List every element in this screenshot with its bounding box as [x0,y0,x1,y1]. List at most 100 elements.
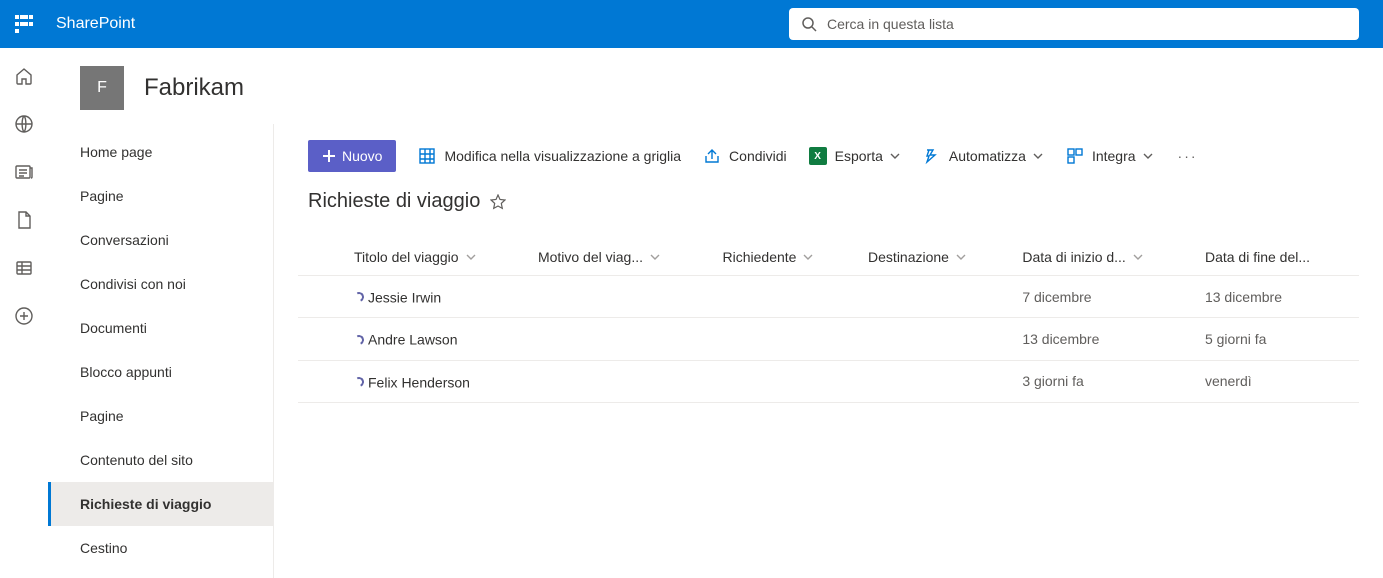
presence-icon [353,333,366,346]
favorite-star-icon[interactable] [490,194,506,210]
export-button[interactable]: X Esporta [809,147,901,165]
excel-icon: X [809,147,827,165]
new-button-label: Nuovo [342,148,382,164]
col-end-label: Data di fine del... [1205,249,1310,265]
row-select[interactable] [298,318,346,360]
brand-label[interactable]: SharePoint [56,15,135,33]
more-commands-button[interactable]: ··· [1176,144,1200,168]
chevron-down-icon [649,251,661,263]
cell-destination [860,360,1014,402]
nav-item[interactable]: Contenuto del sito [48,438,273,482]
globe-icon[interactable] [14,114,34,134]
items-table: Titolo del viaggio Motivo del viag... Ri… [298,239,1359,403]
flow-icon [923,147,941,165]
search-wrap [789,8,1359,40]
automate-label: Automatizza [949,148,1026,164]
col-requester-label: Richiedente [723,249,797,265]
nav-item[interactable]: Documenti [48,306,273,350]
cell-start-date: 13 dicembre [1014,318,1197,360]
main-content: Nuovo Modifica nella visualizzazione a g… [274,124,1383,578]
table-row[interactable]: Felix Henderson 3 giorni favenerdì [298,360,1359,402]
presence-icon [353,375,366,388]
cell-start-date: 7 dicembre [1014,276,1197,318]
list-title: Richieste di viaggio [308,190,480,213]
cell-end-date: 13 dicembre [1197,276,1359,318]
cell-requester [715,360,861,402]
cell-reason [530,276,715,318]
search-box[interactable] [789,8,1359,40]
grid-edit-label: Modifica nella visualizzazione a griglia [444,148,681,164]
select-all-header[interactable] [298,239,346,276]
col-end-date[interactable]: Data di fine del... [1197,239,1359,276]
chevron-down-icon [1142,150,1154,162]
new-button[interactable]: Nuovo [308,140,396,172]
col-destination-label: Destinazione [868,249,949,265]
cell-requester [715,276,861,318]
cell-trip-title[interactable]: Felix Henderson [346,360,530,402]
grid-icon [418,147,436,165]
file-icon[interactable] [14,210,34,230]
suite-header: SharePoint [0,0,1383,48]
table-row[interactable]: Jessie Irwin 7 dicembre13 dicembre [298,276,1359,318]
news-icon[interactable] [14,162,34,182]
row-select[interactable] [298,276,346,318]
list-title-row: Richieste di viaggio [298,182,1359,239]
col-start-date[interactable]: Data di inizio d... [1014,239,1197,276]
add-icon[interactable] [14,306,34,326]
chevron-down-icon [955,251,967,263]
col-reason[interactable]: Motivo del viag... [530,239,715,276]
cell-requester [715,318,861,360]
row-select[interactable] [298,360,346,402]
col-reason-label: Motivo del viag... [538,249,643,265]
cell-end-date: 5 giorni fa [1197,318,1359,360]
nav-item[interactable]: Blocco appunti [48,350,273,394]
site-title[interactable]: Fabrikam [144,74,244,102]
list-icon[interactable] [14,258,34,278]
table-row[interactable]: Andre Lawson 13 dicembre5 giorni fa [298,318,1359,360]
left-rail [0,48,48,578]
chevron-down-icon [802,251,814,263]
search-input[interactable] [827,16,1347,32]
home-icon[interactable] [14,66,34,86]
col-requester[interactable]: Richiedente [715,239,861,276]
chevron-down-icon [1132,251,1144,263]
nav-item[interactable]: Conversazioni [48,218,273,262]
chevron-down-icon [465,251,477,263]
nav-item[interactable]: Home page [48,130,273,174]
search-icon [801,16,817,32]
nav-item[interactable]: Cestino [48,526,273,570]
automate-button[interactable]: Automatizza [923,147,1044,165]
site-header: F Fabrikam [48,48,1383,124]
nav-item[interactable]: Richieste di viaggio [48,482,273,526]
chevron-down-icon [889,150,901,162]
site-logo[interactable]: F [80,66,124,110]
share-icon [703,147,721,165]
nav-item[interactable]: Condivisi con noi [48,262,273,306]
left-nav: Home pagePagineConversazioniCondivisi co… [48,124,274,578]
nav-item[interactable]: Pagine [48,174,273,218]
grid-edit-button[interactable]: Modifica nella visualizzazione a griglia [418,147,681,165]
share-label: Condividi [729,148,787,164]
export-label: Esporta [835,148,883,164]
integrate-button[interactable]: Integra [1066,147,1154,165]
app-launcher-icon[interactable] [12,12,36,36]
cell-end-date: venerdì [1197,360,1359,402]
nav-item[interactable]: Pagine [48,394,273,438]
cell-destination [860,276,1014,318]
cell-trip-title[interactable]: Andre Lawson [346,318,530,360]
col-start-label: Data di inizio d... [1022,249,1126,265]
cell-reason [530,360,715,402]
col-trip-title-label: Titolo del viaggio [354,249,459,265]
presence-icon [353,291,366,304]
integrate-label: Integra [1092,148,1136,164]
share-button[interactable]: Condividi [703,147,787,165]
col-destination[interactable]: Destinazione [860,239,1014,276]
integrate-icon [1066,147,1084,165]
cell-start-date: 3 giorni fa [1014,360,1197,402]
cell-trip-title[interactable]: Jessie Irwin [346,276,530,318]
cell-destination [860,318,1014,360]
cell-reason [530,318,715,360]
col-trip-title[interactable]: Titolo del viaggio [346,239,530,276]
command-bar: Nuovo Modifica nella visualizzazione a g… [298,124,1359,182]
chevron-down-icon [1032,150,1044,162]
